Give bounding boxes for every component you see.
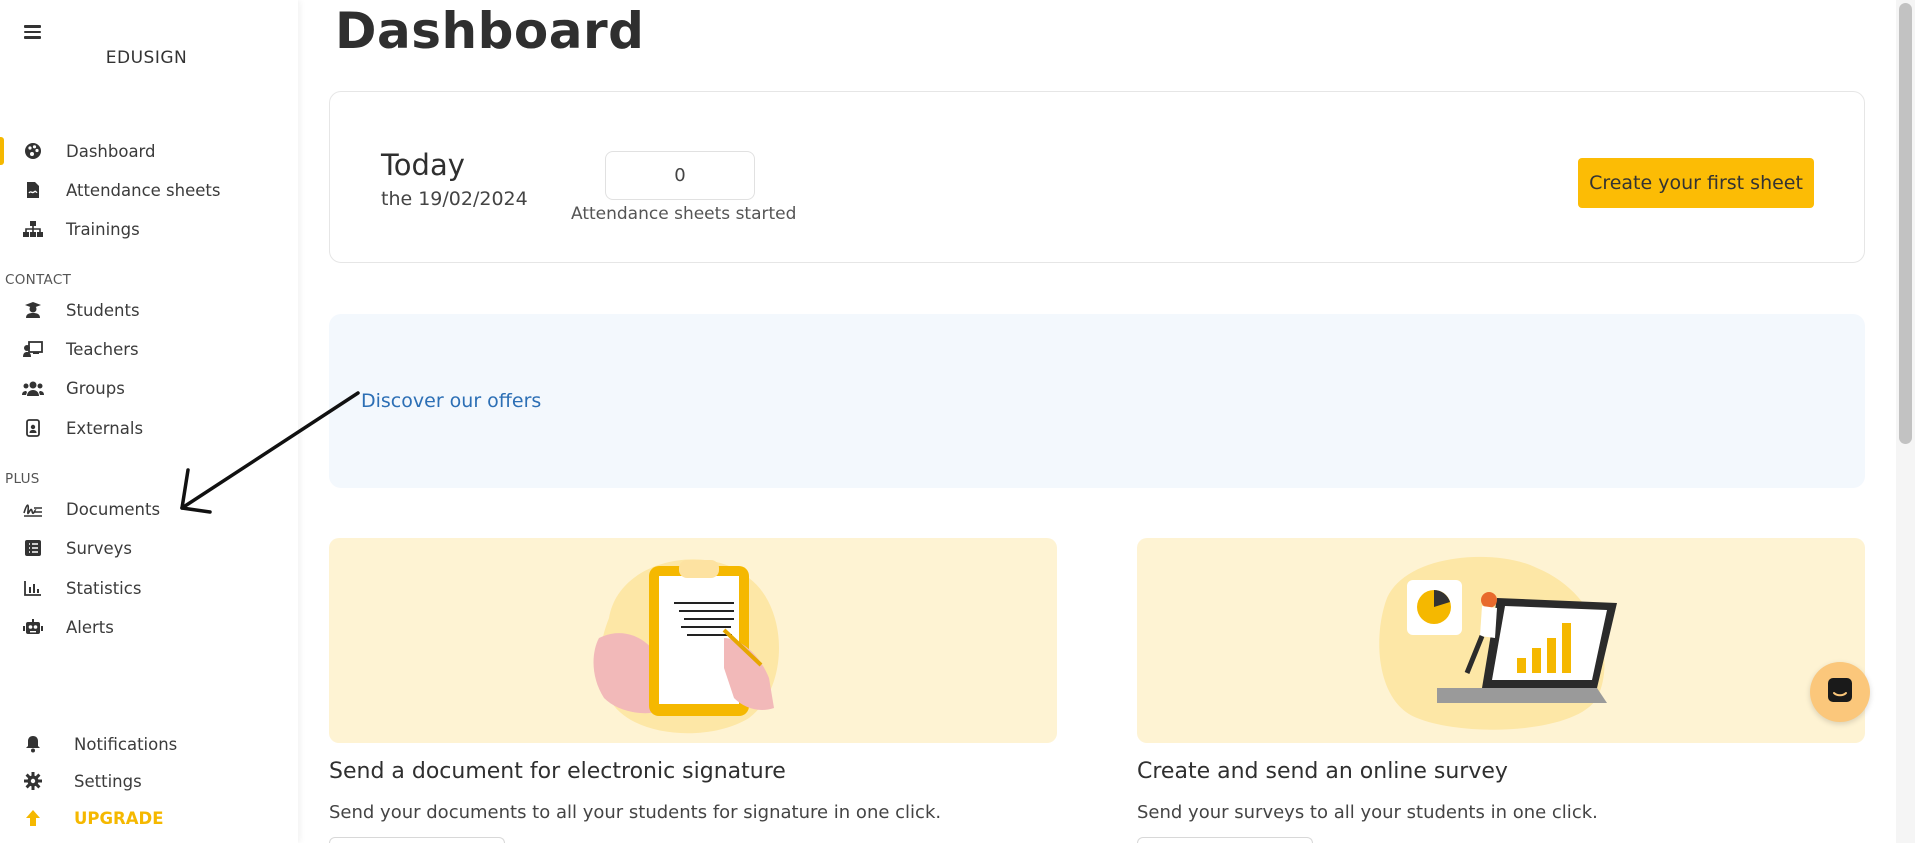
menu-toggle-icon[interactable] [22,22,46,44]
sidebar-item-label: Teachers [66,339,139,359]
attendance-count: 0 [605,151,755,200]
sidebar-item-statistics[interactable]: Statistics [0,572,293,604]
sidebar-item-label: Statistics [66,578,142,598]
teacher-icon [22,339,44,359]
sidebar-item-label: Dashboard [66,141,156,161]
sidebar-item-externals[interactable]: Externals [0,412,293,444]
feature-title: Send a document for electronic signature [329,759,786,784]
today-title: Today [381,148,465,182]
sitemap-icon [22,219,44,239]
sidebar-item-label: Surveys [66,538,132,558]
sidebar-item-label: Notifications [74,734,178,754]
signature-icon [22,499,44,519]
scrollbar-thumb[interactable] [1899,3,1912,444]
sidebar-item-label: Externals [66,418,144,438]
sidebar-item-dashboard[interactable]: Dashboard [0,135,293,167]
feature-card-signature: Send a document for electronic signature… [329,538,1057,843]
sidebar-item-trainings[interactable]: Trainings [0,213,293,245]
sidebar-item-label: Trainings [66,219,140,239]
sidebar: EDUSIGN Dashboard Attendance sheets Trai… [0,0,298,843]
feature-action-button[interactable] [1137,837,1313,843]
palette-icon [22,141,44,161]
offers-banner: Discover our offers [329,314,1865,488]
sidebar-item-label: Settings [74,771,142,791]
sidebar-item-surveys[interactable]: Surveys [0,532,293,564]
attendance-count-label: Attendance sheets started [571,204,797,224]
list-icon [22,538,44,558]
sidebar-item-notifications[interactable]: Notifications [0,728,293,760]
feature-description: Send your surveys to all your students i… [1137,802,1598,823]
sidebar-item-students[interactable]: Students [0,294,293,326]
section-title-contact: CONTACT [5,272,72,288]
id-badge-icon [22,418,44,438]
main-content: Dashboard Today the 19/02/2024 0 Attenda… [298,0,1895,843]
feature-action-button[interactable] [329,837,505,843]
sidebar-item-label: UPGRADE [74,808,164,828]
sidebar-item-label: Attendance sheets [66,180,221,200]
sidebar-item-label: Documents [66,499,161,519]
signature-illustration [329,538,1057,743]
brand-logo: EDUSIGN [105,48,188,68]
student-icon [22,300,44,320]
chat-icon [1826,676,1854,708]
page-title: Dashboard [335,2,645,60]
sidebar-item-attendance-sheets[interactable]: Attendance sheets [0,174,293,206]
feature-title: Create and send an online survey [1137,759,1508,784]
today-date: the 19/02/2024 [381,188,528,210]
sidebar-item-settings[interactable]: Settings [0,765,293,797]
discover-offers-link[interactable]: Discover our offers [361,390,541,412]
users-icon [22,378,44,398]
sidebar-item-label: Groups [66,378,125,398]
file-signature-icon [22,180,44,200]
sidebar-item-groups[interactable]: Groups [0,372,293,404]
sidebar-item-documents[interactable]: Documents [0,493,293,525]
bell-icon [22,734,44,754]
chat-support-button[interactable] [1810,662,1870,722]
chart-bar-icon [22,578,44,598]
today-card: Today the 19/02/2024 0 Attendance sheets… [329,91,1865,263]
arrow-up-icon [22,808,44,828]
create-first-sheet-button[interactable]: Create your first sheet [1578,158,1814,208]
sidebar-item-teachers[interactable]: Teachers [0,333,293,365]
sidebar-item-label: Students [66,300,140,320]
feature-card-survey: Create and send an online survey Send yo… [1137,538,1865,843]
sidebar-item-upgrade[interactable]: UPGRADE [0,802,293,834]
robot-icon [22,617,44,637]
section-title-plus: PLUS [5,471,40,487]
sidebar-item-label: Alerts [66,617,114,637]
feature-description: Send your documents to all your students… [329,802,942,823]
survey-illustration [1137,538,1865,743]
sidebar-item-alerts[interactable]: Alerts [0,611,293,643]
gear-icon [22,771,44,791]
